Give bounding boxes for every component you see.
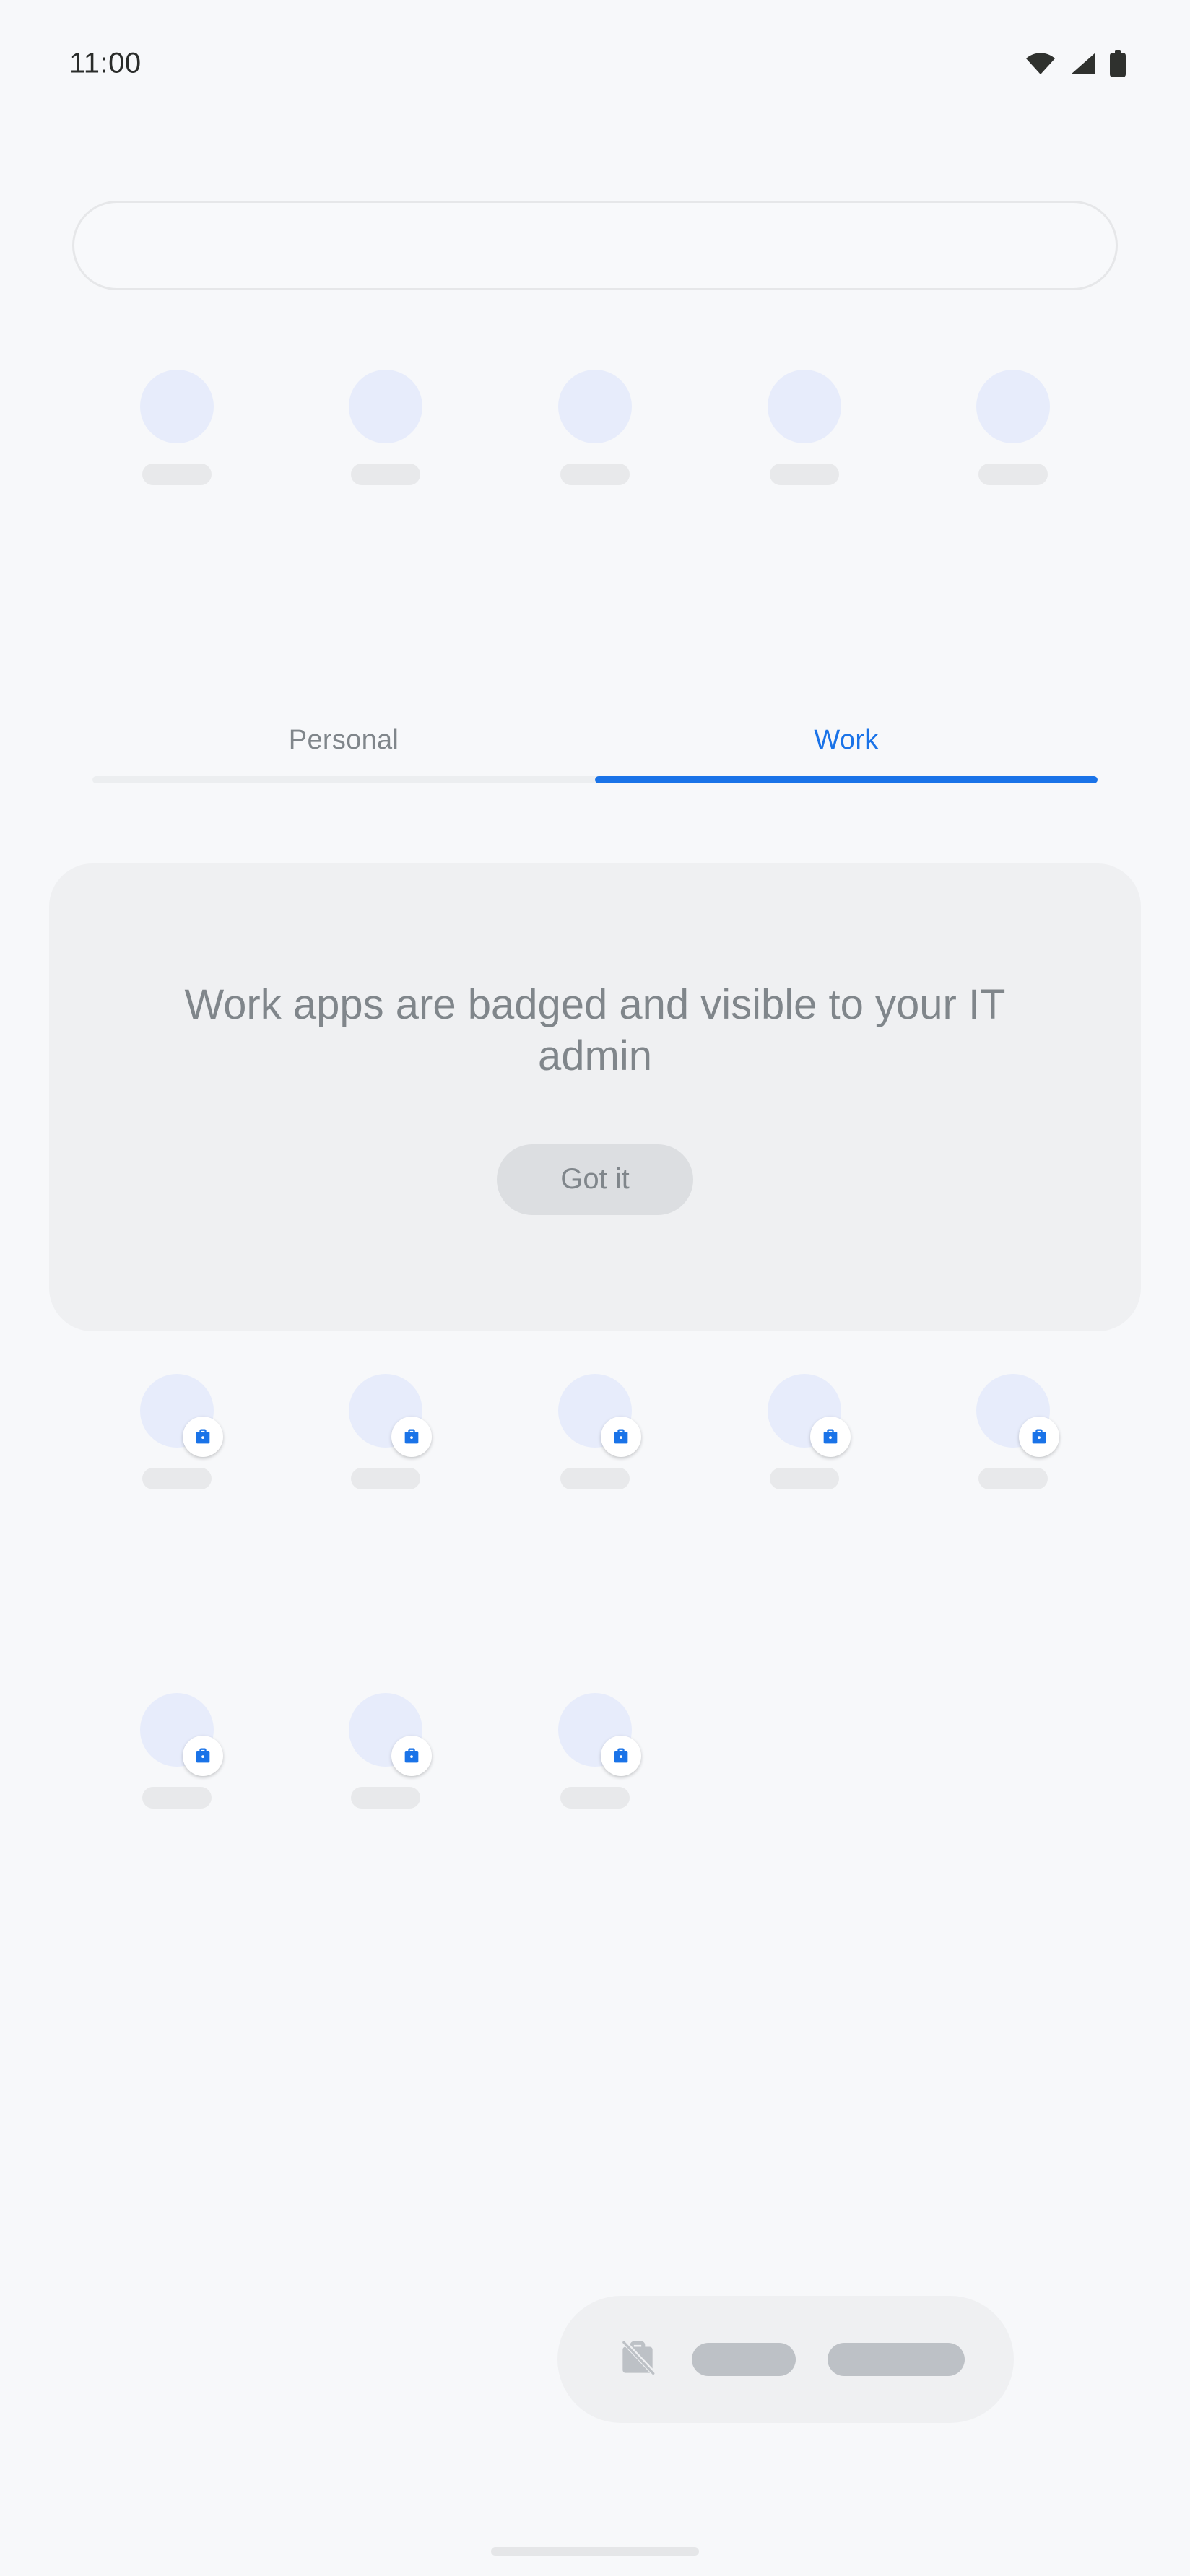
app-label-placeholder: [142, 1468, 212, 1489]
tab-personal[interactable]: Personal: [92, 704, 595, 776]
app-label-placeholder: [142, 464, 212, 485]
app-label-placeholder: [769, 1468, 839, 1489]
briefcase-off-icon[interactable]: [615, 2336, 660, 2384]
app-icon-placeholder[interactable]: [349, 370, 423, 443]
briefcase-icon: [182, 1736, 223, 1776]
app-label-placeholder: [978, 1468, 1048, 1489]
app-label-placeholder: [560, 1787, 630, 1809]
app-icon-wrap[interactable]: [976, 370, 1051, 443]
app-icon-wrap[interactable]: [976, 1374, 1060, 1457]
app-label-placeholder: [769, 464, 839, 485]
app-cell[interactable]: [700, 370, 909, 485]
app-label-placeholder: [351, 1787, 421, 1809]
app-cell[interactable]: [72, 370, 282, 485]
app-icon-wrap[interactable]: [349, 370, 423, 443]
app-cell[interactable]: [72, 1374, 282, 1489]
status-bar-clock: 11:00: [69, 47, 142, 79]
app-icon-placeholder[interactable]: [139, 370, 214, 443]
app-icon-wrap[interactable]: [767, 370, 841, 443]
app-cell[interactable]: [72, 1693, 282, 1809]
work-profile-toggle-bar[interactable]: [557, 2296, 1014, 2423]
app-label-placeholder: [978, 464, 1048, 485]
profile-tabs: Personal Work: [92, 704, 1098, 791]
home-gesture-handle[interactable]: [491, 2547, 699, 2556]
briefcase-icon: [1019, 1417, 1060, 1457]
app-cell[interactable]: [908, 370, 1118, 485]
search-input[interactable]: [72, 201, 1118, 290]
app-cell[interactable]: [282, 1693, 491, 1809]
app-icon-placeholder[interactable]: [767, 370, 841, 443]
briefcase-icon: [391, 1736, 433, 1776]
app-label-placeholder: [560, 464, 630, 485]
app-icon-wrap[interactable]: [139, 1693, 223, 1776]
app-cell[interactable]: [700, 1374, 909, 1489]
work-profile-info-card: Work apps are badged and visible to your…: [49, 863, 1141, 1331]
app-drawer-screen: 11:00 Personal Work Work apps are badged…: [0, 0, 1190, 2576]
briefcase-icon: [809, 1417, 851, 1457]
app-cell[interactable]: [282, 370, 491, 485]
app-label-placeholder: [560, 1468, 630, 1489]
briefcase-icon: [600, 1417, 641, 1457]
cellular-signal-icon: [1069, 52, 1096, 75]
work-toggle-label-placeholder-1: [692, 2343, 796, 2376]
app-icon-wrap[interactable]: [349, 1693, 433, 1776]
app-icon-wrap[interactable]: [767, 1374, 851, 1457]
status-bar: 11:00: [0, 0, 1190, 95]
battery-icon: [1109, 50, 1126, 77]
app-icon-placeholder[interactable]: [557, 370, 632, 443]
app-icon-wrap[interactable]: [557, 1374, 641, 1457]
app-icon-wrap[interactable]: [557, 1693, 641, 1776]
app-cell[interactable]: [282, 1374, 491, 1489]
app-icon-wrap[interactable]: [139, 370, 214, 443]
briefcase-icon: [391, 1417, 433, 1457]
app-cell[interactable]: [490, 370, 700, 485]
app-cell[interactable]: [908, 1374, 1118, 1489]
info-card-message: Work apps are badged and visible to your…: [184, 981, 1006, 1079]
app-cell[interactable]: [490, 1693, 700, 1809]
app-label-placeholder: [351, 464, 421, 485]
app-row-top: [72, 370, 1118, 485]
app-label-placeholder: [142, 1787, 212, 1809]
app-cell-empty: [700, 1693, 909, 1809]
app-icon-wrap[interactable]: [139, 1374, 223, 1457]
app-icon-wrap[interactable]: [557, 370, 632, 443]
work-app-row-2: [72, 1693, 1118, 1809]
briefcase-icon: [600, 1736, 641, 1776]
app-cell-empty: [908, 1693, 1118, 1809]
tab-work[interactable]: Work: [595, 704, 1098, 776]
tab-active-indicator: [595, 776, 1098, 783]
work-toggle-label-placeholder-2: [828, 2343, 965, 2376]
work-app-row-1: [72, 1374, 1118, 1489]
app-icon-placeholder[interactable]: [976, 370, 1051, 443]
app-label-placeholder: [351, 1468, 421, 1489]
app-cell[interactable]: [490, 1374, 700, 1489]
app-icon-wrap[interactable]: [349, 1374, 433, 1457]
got-it-button[interactable]: Got it: [497, 1144, 693, 1215]
briefcase-icon: [182, 1417, 223, 1457]
wifi-icon: [1025, 52, 1056, 75]
status-bar-icons: [1025, 50, 1126, 77]
